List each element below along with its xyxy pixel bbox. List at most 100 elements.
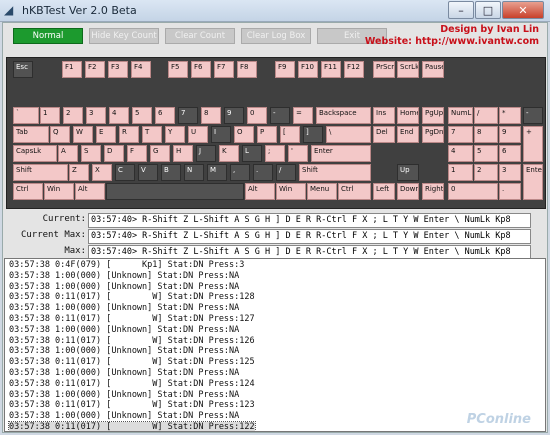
key: 2 [474, 164, 498, 181]
key: Del [373, 126, 395, 143]
log-line[interactable]: 03:57:38 0:11(017) [ W] Stat:DN Press:12… [9, 336, 255, 347]
key: N [184, 164, 204, 181]
toolbar: Normal Hide Key Count Clear Count Clear … [13, 28, 393, 44]
current-max-field: 03:57:40> R-Shift Z L-Shift A S G H ] D … [88, 229, 531, 244]
key: + [523, 126, 543, 162]
key: 4 [448, 145, 473, 162]
key: 0 [247, 107, 267, 124]
log-line[interactable]: 03:57:38 1:00(000) [Unknown] Stat:DN Pre… [9, 390, 255, 401]
key: D [104, 145, 124, 162]
clear-count-button[interactable]: Clear Count [165, 28, 235, 44]
key: ; [265, 145, 285, 162]
key: End [397, 126, 419, 143]
title-bar[interactable]: ◢ hKBTest Ver 2.0 Beta – □ ✕ [0, 0, 550, 22]
log-line[interactable]: 03:57:38 0:4F(079) [ Kp1] Stat:DN Press:… [9, 260, 255, 271]
key: ScrLk [397, 61, 419, 78]
key: G [150, 145, 170, 162]
key: F7 [214, 61, 234, 78]
key: X [92, 164, 112, 181]
key: PgUp [422, 107, 444, 124]
key: / [276, 164, 296, 181]
hide-key-count-button[interactable]: Hide Key Count [89, 28, 159, 44]
key: 6 [499, 145, 521, 162]
key: Ctrl [13, 183, 43, 200]
key: - [523, 107, 543, 124]
log-line[interactable]: 03:57:38 1:00(000) [Unknown] Stat:DN Pre… [9, 368, 255, 379]
key: 1 [448, 164, 473, 181]
key: 8 [201, 107, 221, 124]
design-credit: Design by Ivan Lin [440, 24, 539, 35]
log-box[interactable]: 03:57:38 0:4F(079) [ Kp1] Stat:DN Press:… [4, 258, 546, 432]
key: 0 [448, 183, 498, 200]
key: F4 [131, 61, 151, 78]
key: . [499, 183, 521, 200]
key: V [138, 164, 158, 181]
key: PgDn [422, 126, 444, 143]
key: 2 [63, 107, 83, 124]
key: F11 [321, 61, 341, 78]
key: J [196, 145, 216, 162]
log-line[interactable]: 03:57:38 0:11(017) [ W] Stat:DN Press:12… [8, 420, 256, 431]
log-line[interactable]: 03:57:38 1:00(000) [Unknown] Stat:DN Pre… [9, 325, 255, 336]
key: F1 [62, 61, 82, 78]
key: O [234, 126, 254, 143]
keyboard-display: Esc F1 F2 F3 F4 F5 F6 F7 F8 F9 F10 F11 F12 PrScr ScrLk… [6, 57, 546, 209]
log-line[interactable]: 03:57:38 1:00(000) [Unknown] Stat:DN Pre… [9, 411, 255, 422]
key: Q [50, 126, 70, 143]
key: Up [397, 164, 419, 181]
key: F [127, 145, 147, 162]
log-line[interactable]: 03:57:38 0:11(017) [ W] Stat:DN Press:12… [9, 314, 255, 325]
key: F9 [275, 61, 295, 78]
key: - [270, 107, 290, 124]
key: 5 [132, 107, 152, 124]
key: Backspace [316, 107, 371, 124]
close-button[interactable]: ✕ [502, 1, 544, 19]
log-line[interactable]: 03:57:38 1:00(000) [Unknown] Stat:DN Pre… [9, 282, 255, 293]
current-label: Current: [42, 214, 86, 224]
key: 3 [499, 164, 521, 181]
key: ` [13, 107, 39, 124]
key: = [293, 107, 313, 124]
key: NumLk [448, 107, 473, 124]
log-line[interactable]: 03:57:38 0:11(017) [ W] Stat:DN Press:12… [9, 379, 255, 390]
key: F2 [85, 61, 105, 78]
key: Z [69, 164, 89, 181]
log-line[interactable]: 03:57:38 1:00(000) [Unknown] Stat:DN Pre… [9, 346, 255, 357]
watermark-logo: PConline [466, 412, 531, 427]
key: S [81, 145, 101, 162]
key: C [115, 164, 135, 181]
key: U [188, 126, 208, 143]
log-line[interactable]: 03:57:38 0:11(017) [ W] Stat:DN Press:12… [9, 357, 255, 368]
normal-button[interactable]: Normal [13, 28, 83, 44]
key: Y [165, 126, 185, 143]
key: [ [280, 126, 300, 143]
log-line[interactable]: 03:57:38 1:00(000) [Unknown] Stat:DN Pre… [9, 271, 255, 282]
key: M [207, 164, 227, 181]
key: Enter [523, 164, 543, 200]
maximize-button[interactable]: □ [475, 1, 501, 19]
minimize-button[interactable]: – [448, 1, 474, 19]
key: F10 [298, 61, 318, 78]
key: 8 [474, 126, 498, 143]
key: B [161, 164, 181, 181]
key: F5 [168, 61, 188, 78]
key: PrScr [373, 61, 395, 78]
key: T [142, 126, 162, 143]
key: R [119, 126, 139, 143]
current-field: 03:57:40> R-Shift Z L-Shift A S G H ] D … [88, 213, 531, 228]
key [106, 183, 244, 200]
log-line[interactable]: 03:57:38 0:11(017) [ W] Stat:DN Press:12… [9, 400, 255, 411]
key: Left [373, 183, 395, 200]
key: L [242, 145, 262, 162]
clear-log-box-button[interactable]: Clear Log Box [241, 28, 311, 44]
log-line[interactable]: 03:57:38 1:00(000) [Unknown] Stat:DN Pre… [9, 303, 255, 314]
key: Win [44, 183, 74, 200]
key: ' [288, 145, 308, 162]
key: F6 [191, 61, 211, 78]
key: 5 [474, 145, 498, 162]
key: F3 [108, 61, 128, 78]
website-credit: Website: http://www.ivantw.com [364, 36, 539, 47]
key: W [73, 126, 93, 143]
key: Right [422, 183, 444, 200]
log-line[interactable]: 03:57:38 0:11(017) [ W] Stat:DN Press:12… [9, 292, 255, 303]
